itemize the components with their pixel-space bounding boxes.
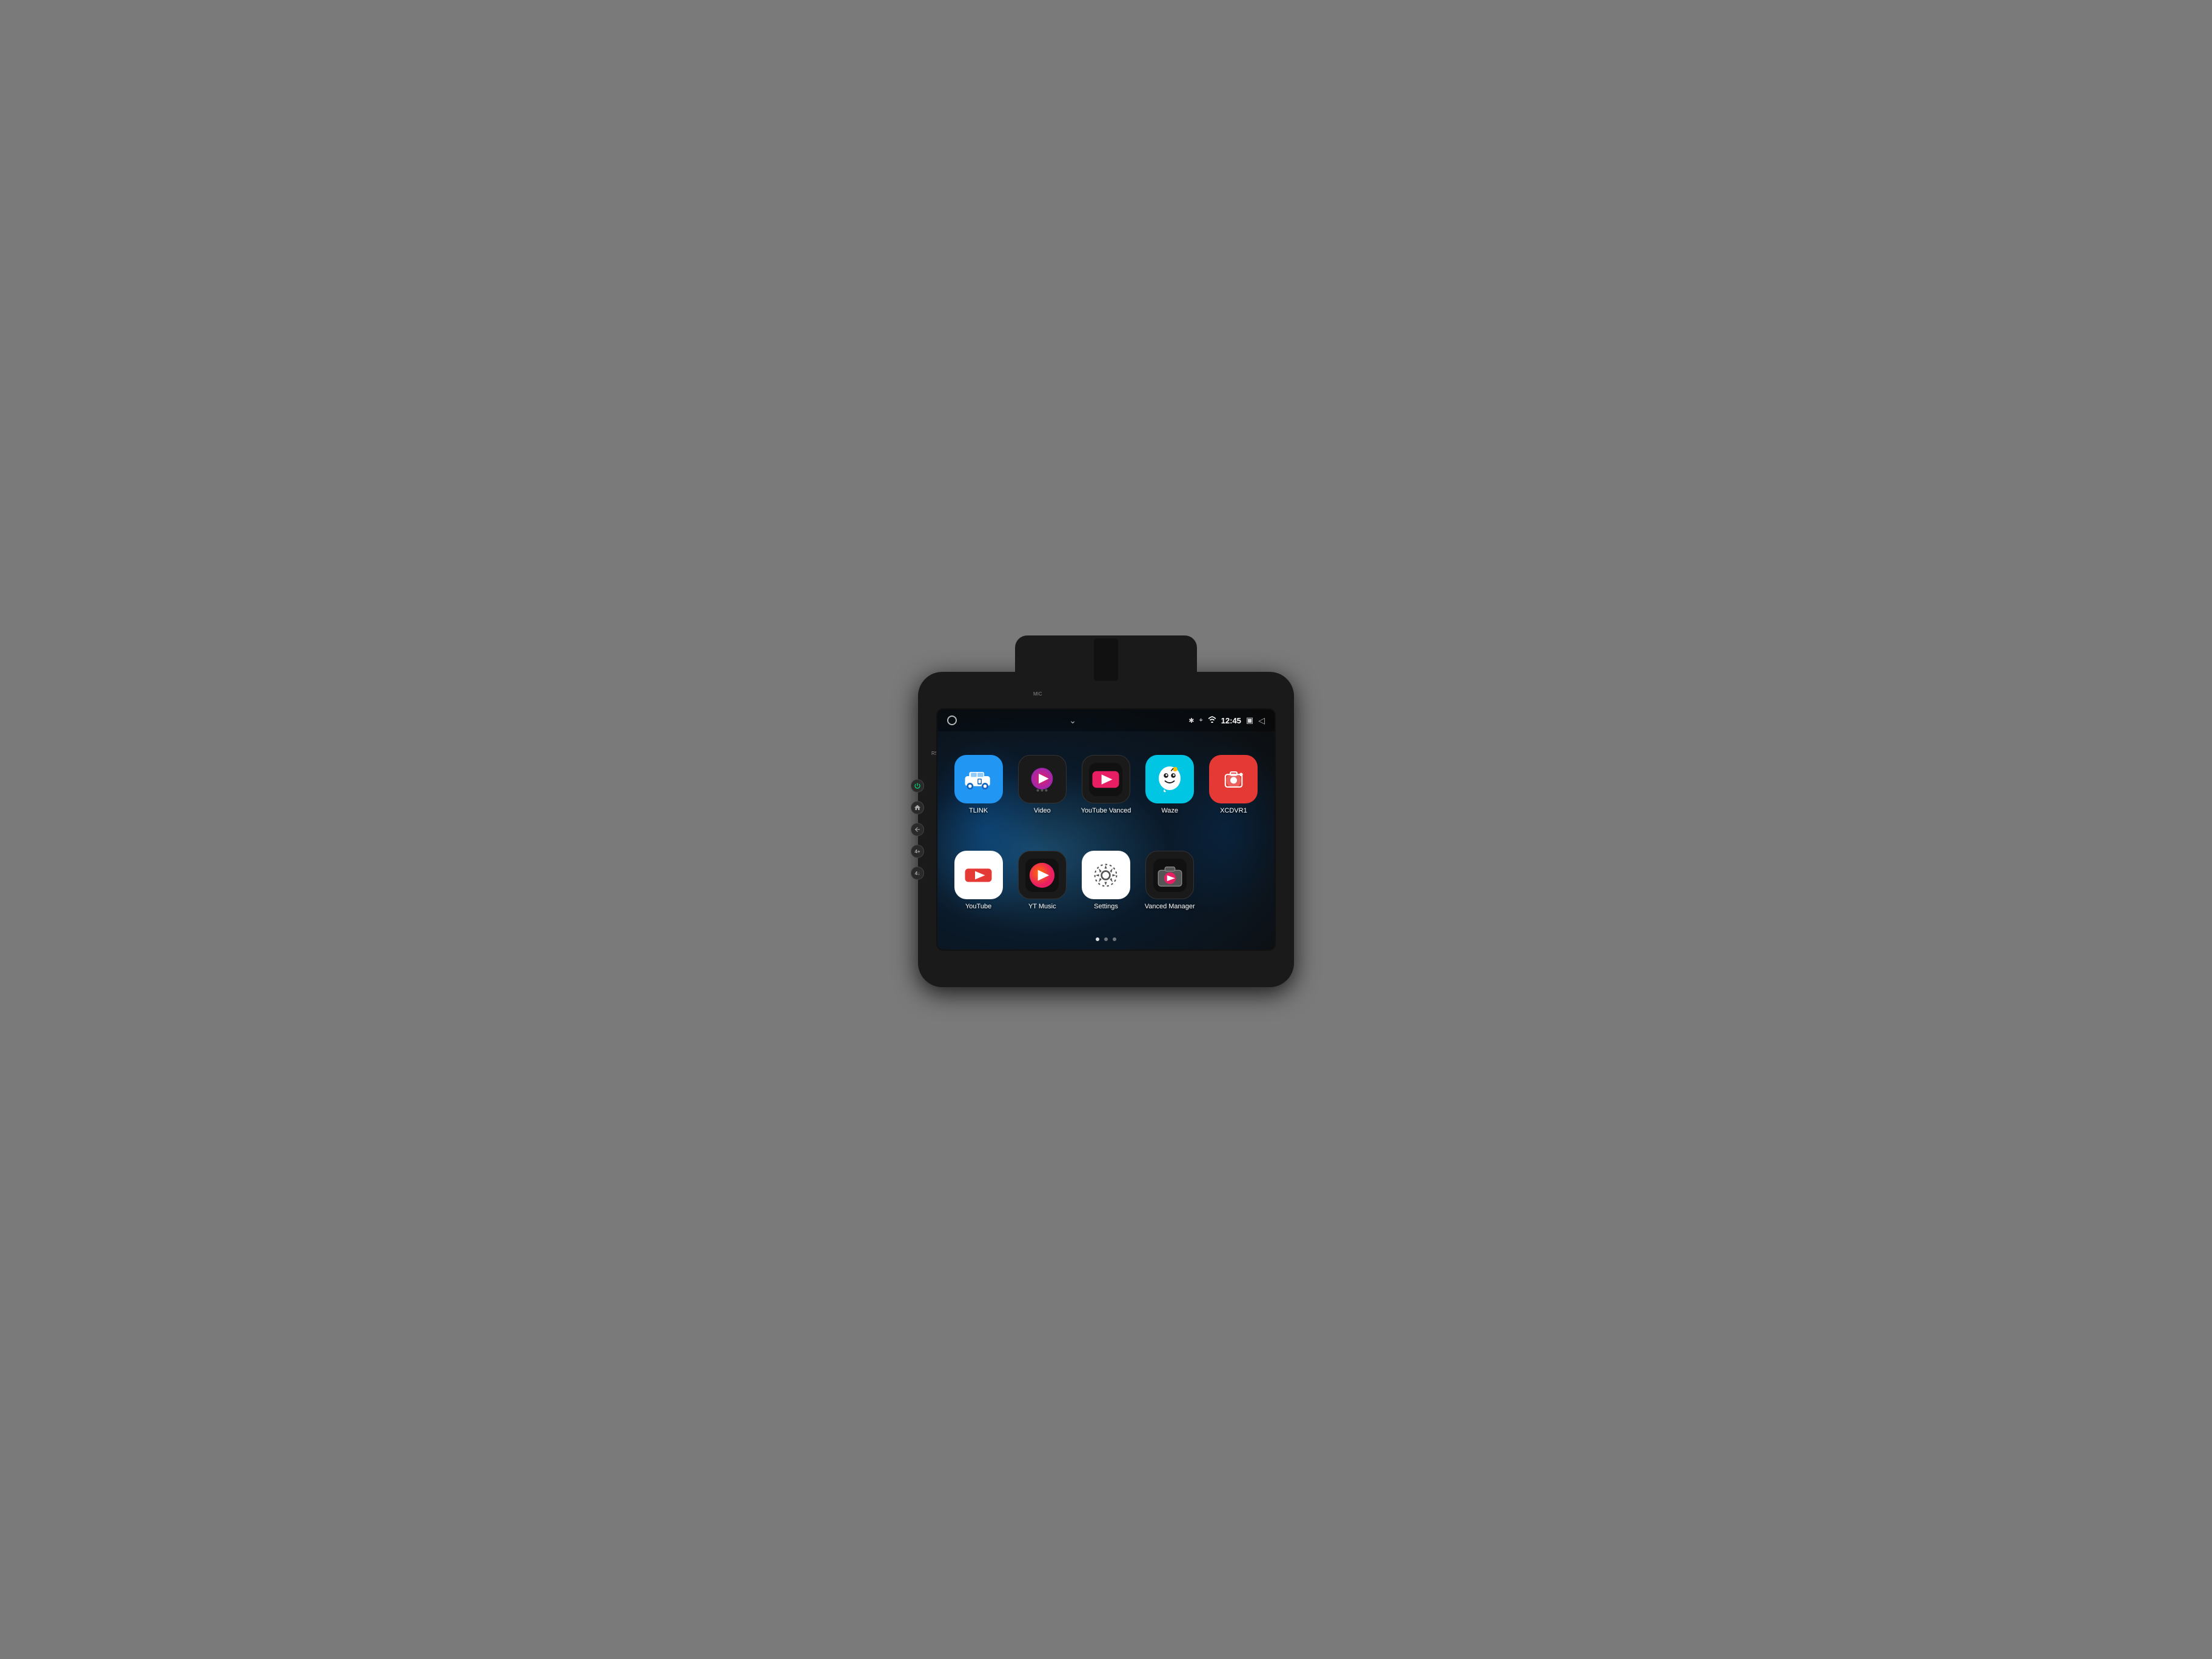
- youtube-icon[interactable]: [954, 851, 1003, 899]
- home-button[interactable]: [911, 801, 924, 814]
- status-left: [947, 716, 957, 725]
- frame-slot: [1094, 638, 1118, 681]
- video-icon[interactable]: [1018, 755, 1067, 803]
- location-icon: ⌖: [1199, 717, 1202, 725]
- vanced-manager-label: Vanced Manager: [1145, 903, 1195, 910]
- chevron-down-icon[interactable]: ⌄: [1069, 716, 1076, 726]
- settings-icon[interactable]: [1082, 851, 1130, 899]
- waze-icon[interactable]: [1145, 755, 1194, 803]
- side-buttons-panel: 4+ 4↓: [911, 779, 924, 880]
- app-youtube-vanced[interactable]: YouTube Vanced: [1079, 755, 1133, 814]
- xcdvr1-label: XCDVR1: [1220, 807, 1247, 814]
- status-right: ✱ ⌖ 12:45 ▣ ◁: [1188, 716, 1265, 726]
- home-circle-icon[interactable]: [947, 716, 957, 725]
- status-time: 12:45: [1221, 716, 1241, 725]
- car-radio-frame: MIC RST 4+ 4↓: [918, 672, 1294, 987]
- vanced-manager-icon[interactable]: [1145, 851, 1194, 899]
- tlink-icon[interactable]: [954, 755, 1003, 803]
- screen: ⌄ ✱ ⌖ 12:45 ▣ ◁: [936, 708, 1276, 951]
- app-xcdvr1[interactable]: XCDVR1: [1206, 755, 1261, 814]
- status-bar: ⌄ ✱ ⌖ 12:45 ▣ ◁: [937, 709, 1275, 731]
- youtube-vanced-icon[interactable]: [1082, 755, 1130, 803]
- power-button[interactable]: [911, 779, 924, 793]
- bluetooth-icon: ✱: [1188, 717, 1194, 725]
- ytmusic-label: YT Music: [1028, 903, 1056, 910]
- status-center: ⌄: [1069, 716, 1076, 726]
- mic-label: MIC: [1033, 691, 1042, 697]
- vol-down-button[interactable]: 4↓: [911, 866, 924, 880]
- scene: MIC RST 4+ 4↓: [894, 654, 1318, 1005]
- settings-label: Settings: [1094, 903, 1118, 910]
- vol-up-button[interactable]: 4+: [911, 845, 924, 858]
- page-dot-1[interactable]: [1096, 937, 1099, 941]
- app-grid: TLINK: [950, 740, 1262, 925]
- tlink-label: TLINK: [969, 807, 988, 814]
- youtube-label: YouTube: [965, 903, 991, 910]
- app-tlink[interactable]: TLINK: [951, 755, 1006, 814]
- ytmusic-icon[interactable]: [1018, 851, 1067, 899]
- window-icon: ▣: [1246, 716, 1253, 725]
- video-label: Video: [1034, 807, 1051, 814]
- app-video[interactable]: Video: [1015, 755, 1070, 814]
- app-ytmusic[interactable]: YT Music: [1015, 851, 1070, 910]
- wifi-icon: [1208, 716, 1216, 725]
- app-vanced-manager[interactable]: Vanced Manager: [1142, 851, 1197, 910]
- app-youtube[interactable]: YouTube: [951, 851, 1006, 910]
- xcdvr1-icon[interactable]: [1209, 755, 1258, 803]
- app-settings[interactable]: Settings: [1079, 851, 1133, 910]
- back-arrow-icon[interactable]: ◁: [1258, 716, 1265, 726]
- page-dot-3[interactable]: [1113, 937, 1116, 941]
- page-dots: [1096, 937, 1116, 941]
- app-waze[interactable]: Waze: [1142, 755, 1197, 814]
- back-button[interactable]: [911, 823, 924, 836]
- waze-label: Waze: [1161, 807, 1178, 814]
- page-dot-2[interactable]: [1104, 937, 1108, 941]
- youtube-vanced-label: YouTube Vanced: [1081, 807, 1131, 814]
